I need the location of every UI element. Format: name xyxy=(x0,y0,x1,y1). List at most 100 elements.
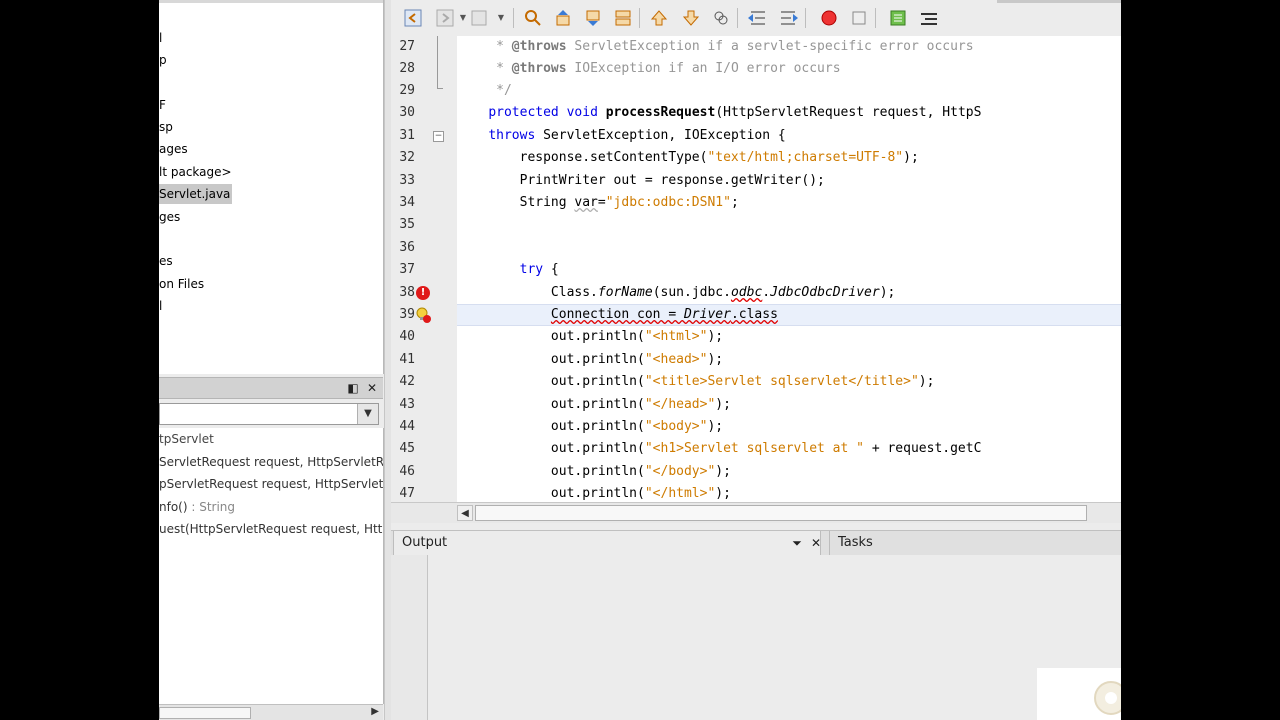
code-token: ); xyxy=(918,374,935,389)
tree-item[interactable]: es xyxy=(159,251,175,271)
shift-left-icon[interactable] xyxy=(747,8,767,28)
tree-item[interactable]: p xyxy=(159,50,169,70)
tree-item[interactable]: lt package> xyxy=(159,162,234,182)
code-token: Driver xyxy=(683,307,731,322)
editor-horizontal-scrollbar[interactable]: ◀ xyxy=(391,502,1121,523)
error-icon[interactable]: ! xyxy=(416,286,430,300)
forward-history-icon[interactable] xyxy=(435,8,455,28)
find-next-icon[interactable] xyxy=(583,8,603,28)
line-number: 28 xyxy=(399,61,415,76)
navigator-horizontal-scrollbar[interactable]: ▶ xyxy=(159,704,383,720)
list-item[interactable]: uest(HttpServletRequest request, Htt xyxy=(159,518,382,540)
find-previous-icon[interactable] xyxy=(553,8,573,28)
tree-item[interactable]: l xyxy=(159,28,164,48)
tab-output[interactable]: Output xyxy=(393,531,821,555)
code-token: ); xyxy=(707,419,724,434)
code-token: out.println( xyxy=(457,441,645,456)
close-icon[interactable]: ✕ xyxy=(364,379,380,397)
tree-item[interactable]: l xyxy=(159,296,164,316)
line-number: 32 xyxy=(399,150,415,165)
tree-item[interactable]: F xyxy=(159,95,168,115)
tree-item[interactable]: ages xyxy=(159,139,190,159)
member-label: pServletRequest request, HttpServletI xyxy=(159,477,384,491)
code-token: (sun.jdbc. xyxy=(652,285,731,300)
scroll-left-icon[interactable]: ◀ xyxy=(457,505,473,521)
line-number: 42 xyxy=(399,374,415,389)
editor-gutter: 27 28 29 30 31 32 33 34 35 36 37 38 39 4… xyxy=(391,36,457,502)
code-editor[interactable]: * @throws ServletException if a servlet-… xyxy=(457,36,1121,502)
code-token: ); xyxy=(879,285,896,300)
member-label: uest(HttpServletRequest request, Htt xyxy=(159,522,383,536)
minimize-window-icon[interactable]: ⏷ xyxy=(789,533,805,553)
list-item[interactable]: ServletRequest request, HttpServletR xyxy=(159,451,383,473)
line-number: 43 xyxy=(399,397,415,412)
list-item[interactable]: pServletRequest request, HttpServletI xyxy=(159,473,384,495)
code-token: "<title>Servlet sqlservlet</title>" xyxy=(644,374,919,389)
code-line: protected void processRequest(HttpServle… xyxy=(457,102,1121,124)
tree-item[interactable]: ges xyxy=(159,207,182,227)
code-token: "<html>" xyxy=(644,329,708,344)
list-item[interactable]: tpServlet xyxy=(159,428,214,450)
code-token: "</html>" xyxy=(644,486,716,501)
hint-bulb-error-icon[interactable] xyxy=(415,307,431,323)
code-token: "<body>" xyxy=(644,419,708,434)
code-token: out.println( xyxy=(457,352,645,367)
stop-macro-icon[interactable] xyxy=(849,8,869,28)
close-icon[interactable]: ✕ xyxy=(808,533,824,553)
code-token: . xyxy=(762,285,771,300)
previous-bookmark-icon[interactable] xyxy=(649,8,669,28)
code-token: ); xyxy=(707,329,724,344)
fold-toggle-icon[interactable]: − xyxy=(433,131,444,142)
toggle-bookmark-icon[interactable] xyxy=(711,8,731,28)
line-number: 29 xyxy=(399,83,415,98)
list-item[interactable]: nfo() : String xyxy=(159,496,235,518)
code-line: */ xyxy=(457,80,1121,102)
uncomment-icon[interactable] xyxy=(919,8,939,28)
code-token: ; xyxy=(730,195,739,210)
chevron-down-icon[interactable]: ▼ xyxy=(357,404,378,424)
tab-tasks[interactable]: Tasks xyxy=(829,531,949,555)
code-token: (HttpServletRequest request, HttpS xyxy=(715,105,982,120)
member-type: : String xyxy=(187,500,236,514)
last-edit-icon[interactable] xyxy=(469,8,489,28)
toggle-highlight-icon[interactable] xyxy=(613,8,633,28)
find-selection-icon[interactable] xyxy=(523,8,543,28)
tree-item[interactable]: sp xyxy=(159,117,175,137)
next-bookmark-icon[interactable] xyxy=(681,8,701,28)
line-number: 37 xyxy=(399,262,415,277)
panel-splitter[interactable] xyxy=(384,0,391,720)
tree-item-selected-file[interactable]: Servlet.java xyxy=(159,184,233,204)
scrollbar-thumb[interactable] xyxy=(159,707,251,719)
code-token: throws xyxy=(488,128,536,143)
code-line: String var="jdbc:odbc:DSN1"; xyxy=(457,192,1121,214)
code-token: forName xyxy=(597,285,653,300)
line-number: 41 xyxy=(399,352,415,367)
member-label: tpServlet xyxy=(159,432,214,446)
code-token: processRequest xyxy=(605,105,716,120)
code-token: try xyxy=(519,262,544,277)
code-token: + request.getC xyxy=(864,441,982,456)
tree-item[interactable]: on Files xyxy=(159,274,206,294)
projects-panel: l p F sp ages lt package> Servlet.java g… xyxy=(159,0,384,374)
tab-label: Tasks xyxy=(838,535,873,550)
code-line: out.println("<html>"); xyxy=(457,326,1121,348)
back-history-icon[interactable] xyxy=(403,8,423,28)
code-line: out.println("<title>Servlet sqlservlet</… xyxy=(457,371,1121,393)
code-token: JdbcOdbcDriver xyxy=(770,285,880,300)
minimize-window-icon[interactable]: ◧ xyxy=(345,379,361,397)
output-tabbar: Output ⏷ ✕ Tasks xyxy=(391,530,1121,556)
scrollbar-thumb[interactable] xyxy=(475,505,1087,521)
shift-right-icon[interactable] xyxy=(779,8,799,28)
start-macro-icon[interactable] xyxy=(819,8,839,28)
output-console[interactable] xyxy=(428,555,1121,720)
comment-icon[interactable] xyxy=(889,8,909,28)
toolbar-separator xyxy=(513,8,514,28)
line-number: 33 xyxy=(399,173,415,188)
line-number: 30 xyxy=(399,105,415,120)
scroll-right-icon[interactable]: ▶ xyxy=(371,706,379,717)
line-number: 44 xyxy=(399,419,415,434)
navigator-filter-select[interactable]: ▼ xyxy=(159,403,379,425)
chevron-down-icon[interactable]: ▼ xyxy=(491,8,511,28)
